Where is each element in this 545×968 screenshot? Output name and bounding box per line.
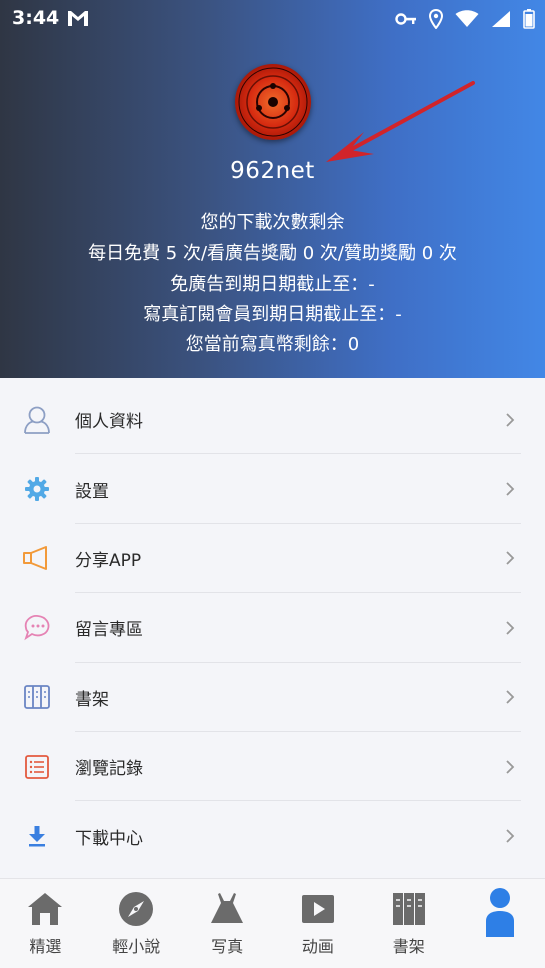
wifi-icon [455, 10, 479, 27]
download-count-detail: 每日免費 5 次/看廣告獎勵 0 次/贊助獎勵 0 次 [88, 243, 457, 264]
menu-item-label: 分享APP [75, 550, 142, 571]
megaphone-icon [22, 543, 52, 573]
chevron-right-icon [506, 760, 515, 774]
chevron-right-icon [506, 551, 515, 566]
profile-header: 3:44 962net 您的下載次數剩余 每日免費 5 次/看廣告獎勵 0 次/… [0, 0, 545, 378]
nav-tab-light-novel[interactable]: 輕小說 [91, 879, 182, 968]
location-icon [429, 9, 443, 29]
avatar[interactable] [235, 64, 311, 140]
menu-item-bookshelf[interactable]: 書架 [0, 663, 545, 733]
compass-icon [116, 889, 156, 929]
photo-coin-balance: 您當前寫真幣剩餘：0 [185, 334, 360, 355]
nav-tab-profile[interactable] [454, 879, 545, 968]
bookshelf-icon [22, 682, 52, 712]
nav-tab-featured[interactable]: 精選 [0, 879, 91, 968]
user-icon [480, 888, 520, 937]
list-icon [22, 752, 52, 782]
nav-tab-bookshelf[interactable]: 書架 [363, 879, 454, 968]
menu-item-label: 書架 [75, 689, 109, 710]
download-icon [22, 821, 52, 851]
menu-item-message-board[interactable]: 留言專區 [0, 593, 545, 663]
menu-item-settings[interactable]: 設置 [0, 454, 545, 525]
ad-free-expiry: 免廣告到期日期截止至：- [170, 274, 375, 295]
nav-tab-label: 写真 [211, 937, 244, 956]
chevron-right-icon [506, 621, 515, 635]
chevron-right-icon [506, 829, 515, 843]
menu-item-profile[interactable]: 個人資料 [0, 385, 545, 455]
nav-tab-anime[interactable]: 动画 [272, 879, 363, 968]
nav-tab-label: 动画 [301, 937, 334, 956]
status-icons [395, 8, 535, 30]
person-icon [22, 405, 52, 435]
user-nickname[interactable]: 962net [0, 158, 545, 184]
vpn-key-icon [395, 13, 416, 25]
menu-item-label: 設置 [75, 481, 109, 502]
menu-item-label: 下載中心 [75, 828, 143, 849]
status-bar: 3:44 [0, 0, 545, 38]
chat-bubbles-icon [22, 613, 52, 643]
menu-item-download-center[interactable]: 下載中心 [0, 801, 545, 870]
chevron-right-icon [506, 690, 515, 704]
menu-item-label: 個人資料 [75, 412, 143, 433]
photo-member-expiry: 寫真訂閱會員到期日期截止至：- [143, 304, 402, 325]
settings-menu: 個人資料 設置 分享APP 留言專區 書架 瀏覽記錄 下載中心 [0, 385, 545, 871]
avatar-icon [238, 67, 308, 137]
nav-tab-photos[interactable]: 写真 [182, 879, 273, 968]
bookshelf-icon [389, 889, 429, 929]
battery-icon [523, 9, 535, 29]
gmail-icon [68, 11, 88, 26]
gear-icon [22, 474, 52, 504]
download-count-title: 您的下載次數剩余 [200, 212, 345, 233]
nav-tab-label: 精選 [29, 937, 62, 956]
menu-item-share-app[interactable]: 分享APP [0, 524, 545, 594]
nav-tab-label: 輕小說 [112, 937, 161, 956]
signal-icon [492, 11, 510, 27]
menu-item-history[interactable]: 瀏覽記錄 [0, 732, 545, 802]
play-icon [298, 889, 338, 929]
nav-tab-label: 書架 [392, 937, 425, 956]
chevron-right-icon [506, 413, 515, 427]
menu-item-label: 留言專區 [75, 620, 143, 641]
annotation-arrow [326, 81, 475, 162]
home-icon [25, 889, 65, 929]
menu-item-label: 瀏覽記錄 [75, 759, 143, 780]
bottom-navigation: 精選 輕小說 写真 动画 書架 [0, 878, 545, 968]
chevron-right-icon [506, 482, 515, 496]
dress-icon [207, 889, 247, 929]
status-time: 3:44 [12, 7, 60, 29]
